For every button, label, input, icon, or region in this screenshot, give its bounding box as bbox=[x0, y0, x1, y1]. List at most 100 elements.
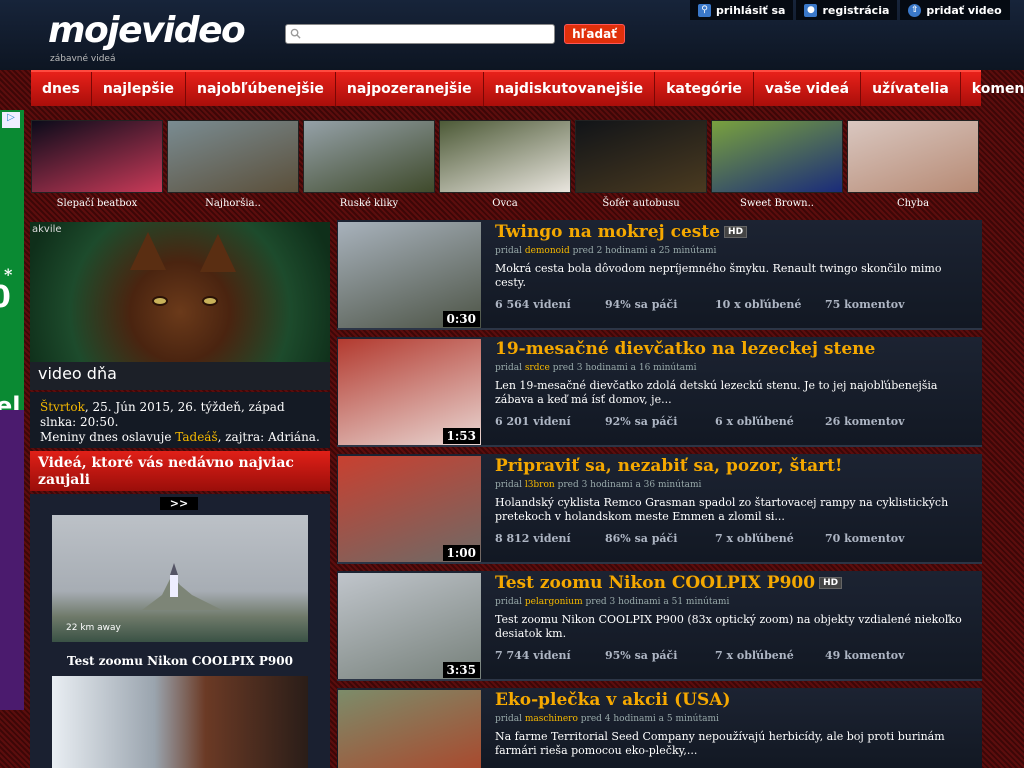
video-thumbnail[interactable]: 1:53 bbox=[338, 339, 481, 445]
recent-thumbnail[interactable]: 22 km away bbox=[52, 515, 308, 642]
strip-thumbnail[interactable] bbox=[167, 120, 299, 193]
video-meta: pridal l3bron pred 3 hodinami a 36 minút… bbox=[495, 480, 701, 490]
video-meta: pridal pelargonium pred 3 hodinami a 51 … bbox=[495, 597, 729, 607]
strip-label[interactable]: Ruské kliky bbox=[303, 198, 435, 209]
video-favs: 7 x obľúbené bbox=[715, 532, 794, 545]
video-row: Eko-plečka v akcii (USA) pridal maschine… bbox=[337, 688, 982, 768]
video-stats: 7 744 videní 95% sa páči 7 x obľúbené 49 ko… bbox=[495, 649, 905, 662]
kitten-eye bbox=[202, 296, 218, 306]
nav-komentare[interactable]: komentáre bbox=[961, 72, 1024, 106]
strip-label[interactable]: Ovca bbox=[439, 198, 571, 209]
hd-badge: HD bbox=[819, 577, 843, 589]
recent-caption[interactable]: Test zoomu Nikon COOLPIX P900 bbox=[30, 654, 330, 668]
video-user[interactable]: pelargonium bbox=[525, 597, 583, 607]
nameday-prefix: Meniny dnes oslavuje bbox=[40, 430, 176, 444]
video-description: Holandský cyklista Remco Grasman spadol … bbox=[495, 496, 949, 523]
strip-item[interactable]: Ovca bbox=[439, 120, 571, 212]
video-comments[interactable]: 49 komentov bbox=[825, 649, 905, 662]
video-of-day-tag: akvile bbox=[32, 224, 62, 235]
ad-info-icon[interactable]: ▷ bbox=[2, 112, 20, 128]
video-title[interactable]: Test zoomu Nikon COOLPIX P900 HD bbox=[495, 573, 843, 593]
strip-thumbnail[interactable] bbox=[303, 120, 435, 193]
strip-item[interactable]: Chyba bbox=[847, 120, 979, 212]
nav-uzivatelia[interactable]: užívatelia bbox=[861, 72, 961, 106]
register-link[interactable]: ● registrácia bbox=[796, 0, 898, 20]
strip-thumbnail[interactable] bbox=[575, 120, 707, 193]
video-thumbnail[interactable]: 0:30 bbox=[338, 222, 481, 328]
video-views: 6 201 videní bbox=[495, 415, 571, 428]
video-by-prefix: pridal bbox=[495, 246, 525, 256]
video-title-text[interactable]: 19-mesačné dievčatko na lezeckej stene bbox=[495, 339, 875, 359]
hd-badge: HD bbox=[724, 226, 748, 238]
strip-thumbnail[interactable] bbox=[711, 120, 843, 193]
video-title[interactable]: 19-mesačné dievčatko na lezeckej stene bbox=[495, 339, 875, 359]
nav-najlepsie[interactable]: najlepšie bbox=[92, 72, 186, 106]
video-thumbnail[interactable]: 3:35 bbox=[338, 573, 481, 679]
search-input[interactable] bbox=[285, 24, 555, 44]
video-user[interactable]: demonoid bbox=[525, 246, 570, 256]
video-of-day[interactable]: akvile video dňa bbox=[30, 222, 330, 390]
kitten-ear bbox=[200, 234, 236, 272]
video-comments[interactable]: 26 komentov bbox=[825, 415, 905, 428]
recent-thumbnail-2[interactable] bbox=[52, 676, 308, 768]
nameday-name[interactable]: Tadeáš bbox=[175, 430, 217, 444]
add-video-link[interactable]: ⇧ pridať video bbox=[900, 0, 1010, 20]
video-of-day-thumbnail[interactable] bbox=[30, 222, 330, 362]
video-title[interactable]: Eko-plečka v akcii (USA) bbox=[495, 690, 731, 710]
kitten-ear bbox=[130, 232, 166, 270]
recent-next-button[interactable]: >> bbox=[160, 497, 198, 510]
video-thumbnail[interactable]: 1:00 bbox=[338, 456, 481, 562]
site-logo[interactable]: mojevideo bbox=[48, 10, 246, 51]
search-button[interactable]: hľadať bbox=[564, 24, 625, 44]
video-user[interactable]: srdce bbox=[525, 363, 550, 373]
video-title-text[interactable]: Twingo na mokrej ceste bbox=[495, 222, 720, 242]
side-ad-banner[interactable]: ▷ * 0 el bbox=[0, 110, 24, 710]
video-user[interactable]: maschinero bbox=[525, 714, 578, 724]
video-title[interactable]: Twingo na mokrej ceste HD bbox=[495, 222, 748, 242]
strip-item[interactable]: Najhoršia.. bbox=[167, 120, 299, 212]
strip-item[interactable]: Sweet Brown.. bbox=[711, 120, 843, 212]
site-tagline: zábavné videá bbox=[50, 54, 116, 64]
strip-label[interactable]: Najhoršia.. bbox=[167, 198, 299, 209]
video-of-day-label[interactable]: video dňa bbox=[38, 364, 117, 383]
strip-item[interactable]: Šofér autobusu bbox=[575, 120, 707, 212]
video-title-text[interactable]: Test zoomu Nikon COOLPIX P900 bbox=[495, 573, 815, 593]
nav-najdiskutovanejsie[interactable]: najdiskutovanejšie bbox=[484, 72, 656, 106]
video-list: 0:30 Twingo na mokrej ceste HD pridal dem… bbox=[337, 220, 982, 768]
video-likes: 95% sa páči bbox=[605, 649, 678, 662]
video-thumbnail[interactable] bbox=[338, 690, 481, 768]
strip-item[interactable]: Ruské kliky bbox=[303, 120, 435, 212]
video-by-prefix: pridal bbox=[495, 363, 525, 373]
nav-dnes[interactable]: dnes bbox=[31, 72, 92, 106]
strip-thumbnail[interactable] bbox=[31, 120, 163, 193]
video-comments[interactable]: 75 komentov bbox=[825, 298, 905, 311]
video-by-prefix: pridal bbox=[495, 597, 525, 607]
strip-thumbnail[interactable] bbox=[847, 120, 979, 193]
strip-label[interactable]: Šofér autobusu bbox=[575, 198, 707, 209]
video-time: pred 3 hodinami a 36 minútami bbox=[554, 480, 702, 490]
user-icon: ● bbox=[804, 3, 818, 17]
strip-thumbnail[interactable] bbox=[439, 120, 571, 193]
strip-label[interactable]: Slepačí beatbox bbox=[31, 198, 163, 209]
page: mojevideo zábavné videá hľadať ⚲ prihlási… bbox=[0, 0, 1024, 768]
video-comments[interactable]: 70 komentov bbox=[825, 532, 905, 545]
strip-label[interactable]: Sweet Brown.. bbox=[711, 198, 843, 209]
search-icon bbox=[290, 28, 301, 39]
video-description: Na farme Territorial Seed Company nepouž… bbox=[495, 730, 945, 757]
video-title-text[interactable]: Eko-plečka v akcii (USA) bbox=[495, 690, 731, 710]
nav-najoblubenejsie[interactable]: najobľúbenejšie bbox=[186, 72, 336, 106]
video-likes: 86% sa páči bbox=[605, 532, 678, 545]
video-favs: 10 x obľúbené bbox=[715, 298, 802, 311]
top-links: ⚲ prihlásiť sa ● registrácia ⇧ pridať video bbox=[690, 0, 1010, 20]
video-user[interactable]: l3bron bbox=[525, 480, 555, 490]
strip-item[interactable]: Slepačí beatbox bbox=[31, 120, 163, 212]
nav-vase-videa[interactable]: vaše videá bbox=[754, 72, 862, 106]
nav-kategorie[interactable]: kategórie bbox=[655, 72, 754, 106]
strip-label[interactable]: Chyba bbox=[847, 198, 979, 209]
login-link[interactable]: ⚲ prihlásiť sa bbox=[690, 0, 794, 20]
video-title[interactable]: Pripraviť sa, nezabiť sa, pozor, štart! bbox=[495, 456, 842, 476]
video-favs: 6 x obľúbené bbox=[715, 415, 794, 428]
nav-najpozeranejsie[interactable]: najpozeranejšie bbox=[336, 72, 484, 106]
video-title-text[interactable]: Pripraviť sa, nezabiť sa, pozor, štart! bbox=[495, 456, 842, 476]
video-stats: 8 812 videní 86% sa páči 7 x obľúbené 70 ko… bbox=[495, 532, 905, 545]
